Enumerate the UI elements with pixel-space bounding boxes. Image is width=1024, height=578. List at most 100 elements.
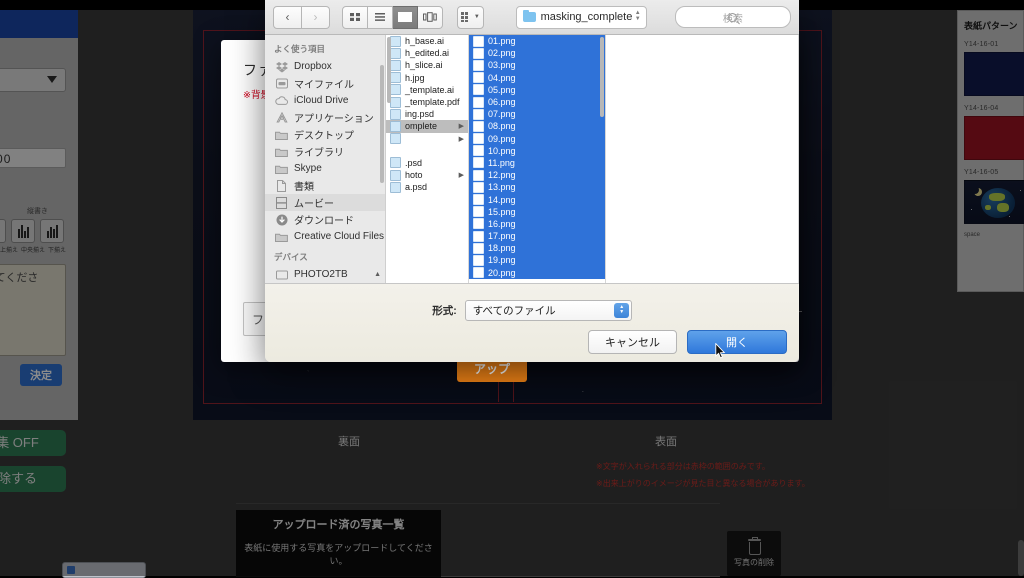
sidebar-item-desktop[interactable]: デスクトップ	[265, 126, 385, 143]
sidebar-item-icloud-drive[interactable]: iCloud Drive	[265, 92, 385, 109]
format-select[interactable]: すべてのファイル ▲ ▼	[464, 300, 632, 321]
file-row[interactable]: 08.png	[469, 120, 605, 133]
chevron-right-icon: ▶	[458, 123, 464, 131]
sidebar-item-photo2tb[interactable]: PHOTO2TB ▲	[265, 266, 385, 283]
file-row[interactable]: 09.png	[469, 132, 605, 145]
file-row[interactable]: 13.png	[469, 181, 605, 194]
file-name: 02.png	[488, 48, 516, 59]
file-row[interactable]: 11.png	[469, 156, 605, 170]
file-icon	[390, 96, 401, 108]
file-name: 19.png	[488, 255, 516, 266]
stepper-icon[interactable]: ▲ ▼	[635, 10, 641, 22]
stepper-icon[interactable]: ▲ ▼	[614, 302, 630, 318]
file-name: omplete	[405, 121, 438, 132]
file-row[interactable]: .psd	[386, 157, 468, 169]
open-file-dialog: ‹ › ▼ masking_complete ▲ ▼ 検索 よく使う項目 Dro…	[265, 0, 799, 362]
file-name: h.jpg	[405, 72, 425, 83]
file-icon	[390, 84, 401, 96]
view-mode-group[interactable]	[342, 5, 443, 29]
file-row[interactable]: 07.png	[469, 108, 605, 121]
file-row[interactable]: 15.png	[469, 205, 605, 218]
path-dropdown[interactable]: masking_complete ▲ ▼	[515, 5, 647, 29]
file-name: 03.png	[488, 60, 516, 71]
file-row-selected[interactable]: omplete ▶	[386, 120, 468, 133]
file-name: ing.psd	[405, 109, 435, 120]
open-button[interactable]: 開く	[687, 330, 787, 354]
chevron-left-icon: ‹	[285, 10, 290, 24]
image-file-icon	[473, 218, 484, 230]
file-row[interactable]: a.psd	[386, 181, 468, 193]
image-file-icon	[473, 72, 484, 84]
column-view-button[interactable]	[393, 5, 418, 29]
list-view-button[interactable]	[368, 5, 393, 29]
column-2-scrollbar[interactable]	[600, 37, 604, 117]
file-row[interactable]: h.jpg	[386, 72, 468, 84]
dropbox-icon	[275, 60, 288, 73]
file-row[interactable]: 12.png	[469, 169, 605, 182]
sidebar-scrollbar[interactable]	[380, 65, 384, 183]
file-row[interactable]: ing.psd	[386, 108, 468, 120]
file-row[interactable]: 02.png	[469, 47, 605, 60]
back-button[interactable]: ‹	[273, 5, 302, 29]
file-row[interactable]: 20.png	[469, 266, 605, 279]
file-preview-column	[606, 35, 799, 283]
file-name: 07.png	[488, 109, 516, 120]
file-name: h_base.ai	[405, 36, 445, 47]
sidebar-item-library[interactable]: ライブラリ	[265, 143, 385, 160]
image-file-icon	[473, 145, 484, 157]
file-row[interactable]: 18.png	[469, 242, 605, 255]
image-file-icon	[473, 169, 484, 181]
sidebar-item-label: Creative Cloud Files	[294, 231, 385, 242]
image-file-icon	[473, 194, 484, 206]
file-row[interactable]: 17.png	[469, 230, 605, 243]
image-file-icon	[473, 96, 484, 108]
file-row[interactable]: h_base.ai	[386, 35, 468, 47]
sidebar-item-skype[interactable]: Skype	[265, 160, 385, 177]
applications-icon	[275, 111, 288, 124]
dialog-button-row: キャンセル 開く	[588, 330, 787, 354]
sidebar-item-my-files[interactable]: マイファイル	[265, 75, 385, 92]
icon-view-button[interactable]	[342, 5, 368, 29]
coverflow-view-button[interactable]	[418, 5, 443, 29]
image-file-icon	[473, 35, 484, 47]
file-row[interactable]: 01.png	[469, 35, 605, 48]
file-row[interactable]: 06.png	[469, 95, 605, 109]
search-input[interactable]: 検索	[674, 6, 792, 28]
file-row[interactable]: 14.png	[469, 193, 605, 206]
file-row[interactable]: _template.pdf	[386, 96, 468, 108]
file-name: 20.png	[488, 267, 516, 278]
navigation-button-group[interactable]: ‹ ›	[273, 5, 330, 29]
eject-icon[interactable]: ▲	[374, 271, 381, 278]
cancel-button[interactable]: キャンセル	[588, 330, 677, 354]
group-items-button[interactable]: ▼	[457, 5, 484, 29]
file-row[interactable]: _template.ai	[386, 84, 468, 96]
file-name: 17.png	[488, 231, 516, 242]
desktop-folder-icon	[275, 128, 288, 141]
file-row[interactable]: 10.png	[469, 144, 605, 157]
file-row[interactable]: h_slice.ai	[386, 59, 468, 71]
sidebar-item-movies[interactable]: ムービー	[265, 194, 385, 211]
forward-button[interactable]: ›	[302, 5, 330, 29]
file-row[interactable]: 05.png	[469, 83, 605, 96]
sidebar-item-downloads[interactable]: ダウンロード	[265, 211, 385, 228]
file-row[interactable]: 19.png	[469, 254, 605, 267]
file-row[interactable]: 03.png	[469, 59, 605, 72]
file-column-1[interactable]: h_base.ai h_edited.ai h_slice.ai h.jpg _…	[386, 35, 469, 283]
file-row[interactable]: hoto ▶	[386, 169, 468, 181]
file-name: hoto	[405, 170, 423, 181]
sidebar-item-applications[interactable]: アプリケーション	[265, 109, 385, 126]
file-name: _template.pdf	[405, 97, 460, 108]
sidebar-item-label: デスクトップ	[294, 131, 354, 142]
sidebar-item-documents[interactable]: 書類	[265, 177, 385, 194]
file-row[interactable]: h_edited.ai	[386, 47, 468, 59]
column-1-scrollbar[interactable]	[387, 37, 391, 103]
file-row[interactable]: ▶	[386, 133, 468, 145]
sidebar-item-creative-cloud-files[interactable]: Creative Cloud Files	[265, 228, 385, 245]
sidebar-item-dropbox[interactable]: Dropbox	[265, 58, 385, 75]
file-row[interactable]: 16.png	[469, 217, 605, 230]
my-files-icon	[275, 77, 288, 90]
file-row[interactable]: 04.png	[469, 71, 605, 84]
file-name: 09.png	[488, 133, 516, 144]
file-column-2[interactable]: 01.png 02.png 03.png 04.png 05.png 06.pn…	[469, 35, 606, 283]
file-name: 18.png	[488, 243, 516, 254]
